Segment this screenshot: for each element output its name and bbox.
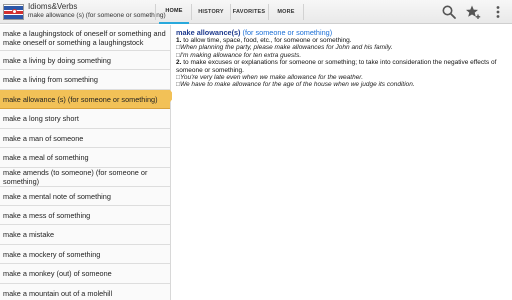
example: □We have to make allowance for the age o… [176, 81, 415, 89]
list-item[interactable]: make amends (to someone) (for someone or… [0, 168, 170, 187]
divider [155, 4, 156, 20]
list-item[interactable]: make a laughingstock of oneself or somet… [0, 25, 170, 51]
list-item[interactable]: make a long story short [0, 109, 170, 129]
example: □When planning the party, please make al… [176, 44, 393, 52]
divider [191, 4, 192, 20]
list-item-selected[interactable]: make allowance (s) (for someone or somet… [0, 90, 170, 109]
list-item[interactable]: make a mental note of something [0, 187, 170, 206]
headword: make allowance(s) [176, 28, 241, 37]
idiom-list[interactable]: make a laughingstock of oneself or somet… [0, 25, 171, 300]
favorite-star-add-icon[interactable] [465, 4, 481, 20]
overflow-menu-icon[interactable] [490, 4, 506, 20]
flag-logo-icon [3, 4, 24, 20]
app-title: Idioms&Verbs [28, 2, 78, 11]
list-item[interactable]: make a mess of something [0, 206, 170, 225]
list-item[interactable]: make a living by doing something [0, 51, 170, 70]
divider [268, 4, 269, 20]
list-item[interactable]: make a mockery of something [0, 245, 170, 264]
list-item[interactable]: make a monkey (out) of someone [0, 264, 170, 284]
top-bar: Idioms&Verbs make allowance (s) (for som… [0, 0, 512, 24]
current-entry-subtitle: make allowance (s) (for someone or somet… [28, 12, 166, 19]
tab-history[interactable]: HISTORY [194, 0, 228, 24]
sense-1: 1. to allow time, space, food, etc., for… [176, 37, 352, 44]
list-item[interactable]: make a man of someone [0, 129, 170, 148]
tab-more[interactable]: MORE [271, 0, 301, 24]
divider [303, 4, 304, 20]
list-item[interactable]: make a meal of something [0, 148, 170, 168]
example: □I'm making allowance for ten extra gues… [176, 51, 302, 59]
list-item[interactable]: make a mountain out of a molehill [0, 284, 170, 300]
definition-pane: make allowance(s) (for someone or someth… [172, 25, 512, 300]
sense-2: 2. to make excuses or explanations for s… [176, 59, 497, 74]
tab-favorites[interactable]: FAVORITES [232, 0, 266, 24]
headword-note: (for someone or something) [242, 28, 333, 37]
definition-headword: make allowance(s) (for someone or someth… [176, 28, 508, 37]
search-icon[interactable] [441, 4, 457, 20]
list-item[interactable]: make a mistake [0, 225, 170, 245]
list-item[interactable]: make a living from something [0, 70, 170, 90]
divider [230, 4, 231, 20]
tab-home[interactable]: HOME [159, 0, 189, 24]
example: □You're very late even when we make allo… [176, 74, 364, 82]
